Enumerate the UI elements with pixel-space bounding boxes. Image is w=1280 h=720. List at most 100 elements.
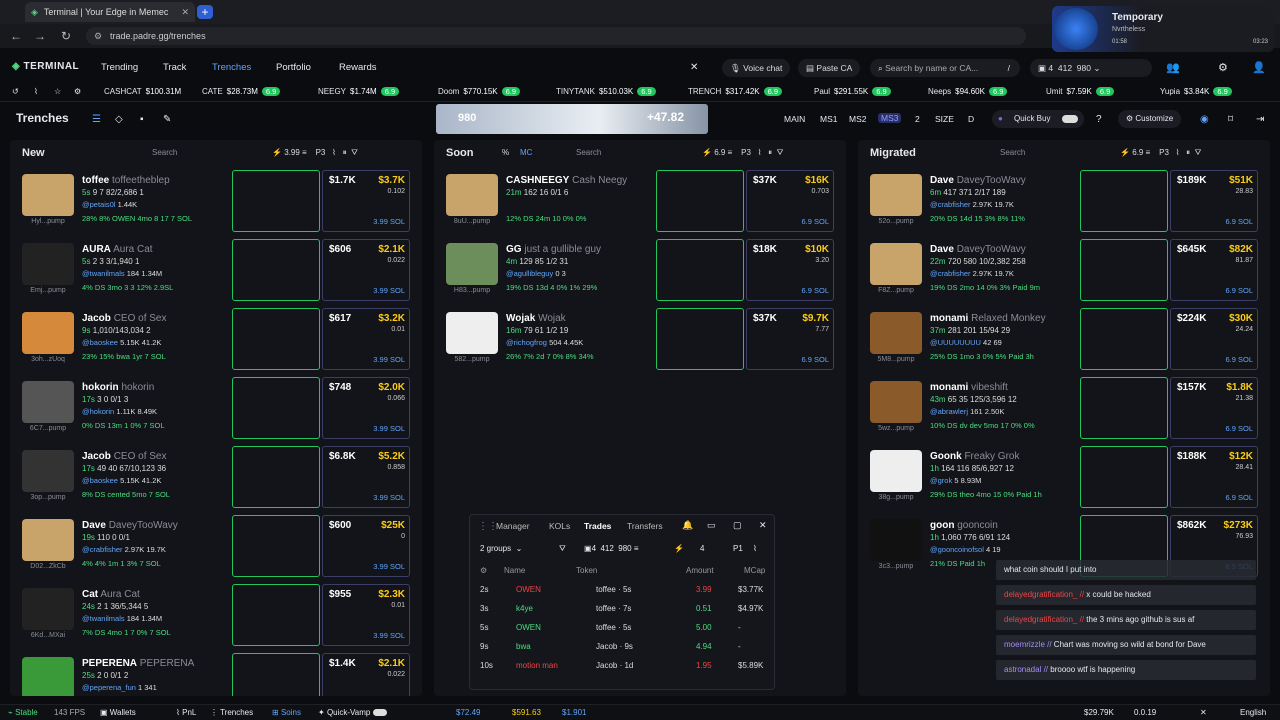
eye-icon[interactable]: ◉ xyxy=(1200,114,1209,125)
quick-buy-button[interactable]: 3.99 SOL xyxy=(373,493,405,502)
users-icon[interactable]: 👥 xyxy=(1166,61,1180,74)
twitter-handle[interactable]: @UUUUUUUU xyxy=(930,338,981,347)
token-card[interactable]: 582...pump Wojak Wojak 16m 79 61 1/2 19 @ri… xyxy=(434,306,846,374)
token-avatar[interactable] xyxy=(870,243,922,285)
bell-icon[interactable]: 🔔 xyxy=(682,520,693,531)
quick-buy-button[interactable]: 6.9 SOL xyxy=(1225,493,1253,502)
twitter-handle[interactable]: @agullibleguy xyxy=(506,269,553,278)
token-card[interactable]: 5wz...pump monami vibeshift 43m 65 35 125/… xyxy=(858,375,1270,443)
token-card[interactable]: Emj...pump AURA Aura Cat 5s 2 3 3/1,940 1 @… xyxy=(10,237,422,305)
toggle-switch[interactable] xyxy=(372,709,387,717)
trade-row[interactable]: 3s k4ye toffee · 7s 0.51 $4.97K xyxy=(470,600,774,619)
market-box[interactable]: $645K $82K 81.87 6.9 SOL xyxy=(1170,239,1258,301)
token-avatar[interactable] xyxy=(22,588,74,630)
market-box[interactable]: $6.8K $5.2K 0.858 3.99 SOL xyxy=(322,446,410,508)
market-box[interactable]: $955 $2.3K 0.01 3.99 SOL xyxy=(322,584,410,646)
language-select[interactable]: English xyxy=(1240,708,1266,717)
token-avatar[interactable] xyxy=(22,657,74,696)
panel-w4[interactable]: 4 xyxy=(700,544,704,553)
token-card[interactable]: Hyl...pump toffee toffeetheblep 5s 9 7 82/… xyxy=(10,168,422,236)
close-tab-icon[interactable]: ✕ xyxy=(181,7,189,18)
chart-icon[interactable]: ⌇ xyxy=(758,148,762,157)
tab-trades[interactable]: Trades xyxy=(584,521,611,531)
buy-amount[interactable]: 6.9 xyxy=(1132,148,1143,157)
profile-icon[interactable]: 👤 xyxy=(1252,61,1266,74)
twitter-handle[interactable]: @baoskee xyxy=(82,476,118,485)
token-card[interactable]: 5M8...pump monami Relaxed Monkey 37m 281 2… xyxy=(858,306,1270,374)
x-logo-icon[interactable]: ✕ xyxy=(690,62,698,73)
voice-chat-button[interactable]: 🎙 Voice chat xyxy=(722,59,791,77)
market-box[interactable]: $1.4K$2.1K0.0223.99 SOL xyxy=(322,653,410,696)
tab-manager[interactable]: Manager xyxy=(496,521,530,531)
quick-buy-button[interactable]: 6.9 SOL xyxy=(801,217,829,226)
preset-ms1[interactable]: MS1 xyxy=(820,114,837,124)
star-icon[interactable]: ☆ xyxy=(54,87,61,96)
pause-icon[interactable]: ⏸ xyxy=(768,148,772,157)
trade-row[interactable]: 2s OWEN toffee · 5s 3.99 $3.77K xyxy=(470,581,774,600)
token-card[interactable]: D02...ZkCb Dave DaveyTooWavy 19s 110 0 0/1… xyxy=(10,513,422,581)
drag-handle-icon[interactable]: ⋮⋮ xyxy=(478,521,498,532)
twitter-handle[interactable]: @richogfrog xyxy=(506,338,547,347)
chart-icon[interactable]: ⌇ xyxy=(753,544,757,553)
window-icon[interactable]: ▭ xyxy=(707,520,716,531)
preset-ms3[interactable]: MS3 xyxy=(878,113,902,123)
twitter-handle[interactable]: @gooncoinofsol xyxy=(930,545,984,554)
reload-icon[interactable]: ↻ xyxy=(54,29,78,43)
ticker-item[interactable]: CATE $28.73M 6.9 xyxy=(202,87,281,96)
market-box[interactable]: $617 $3.2K 0.01 3.99 SOL xyxy=(322,308,410,370)
token-card[interactable]: H83...pump GG just a gullible guy 4m 129 8… xyxy=(434,237,846,305)
market-box[interactable]: $1.7K $3.7K 0.102 3.99 SOL xyxy=(322,170,410,232)
market-box[interactable]: $188K $12K 28.41 6.9 SOL xyxy=(1170,446,1258,508)
ticker-item[interactable]: Doom $770.15K 6.9 xyxy=(438,87,521,96)
ticker-item[interactable]: Umit $7.59K 6.9 xyxy=(1046,87,1115,96)
twitter-handle[interactable]: @crabfisher xyxy=(930,200,971,209)
preset-2[interactable]: 2 xyxy=(915,114,920,124)
quick-buy-button[interactable]: 3.99 SOL xyxy=(373,631,405,640)
market-box[interactable]: $37K $16K 0.703 6.9 SOL xyxy=(746,170,834,232)
token-avatar[interactable] xyxy=(870,450,922,492)
back-icon[interactable]: ← xyxy=(4,29,28,43)
paste-ca-button[interactable]: ▤ Paste CA xyxy=(798,59,861,77)
new-tab-button[interactable]: + xyxy=(197,5,213,19)
market-box[interactable]: $224K $30K 24.24 6.9 SOL xyxy=(1170,308,1258,370)
x-social-icon[interactable]: ✕ xyxy=(1200,708,1207,717)
quick-buy-button[interactable]: 3.99 SOL xyxy=(373,424,405,433)
token-avatar[interactable] xyxy=(446,243,498,285)
panel-preset[interactable]: P1 xyxy=(733,544,743,553)
url-input[interactable]: ⚙ trade.padre.gg/trenches xyxy=(86,27,1026,45)
market-box[interactable]: $748 $2.0K 0.066 3.99 SOL xyxy=(322,377,410,439)
token-card[interactable]: 52o...pump Dave DaveyTooWavy 6m 417 371 2/… xyxy=(858,168,1270,236)
chart-icon[interactable]: ⌇ xyxy=(34,87,38,96)
quick-buy-button[interactable]: 6.9 SOL xyxy=(1225,217,1253,226)
twitter-handle[interactable]: @hokorin xyxy=(82,407,114,416)
quick-buy-button[interactable]: 3.99 SOL xyxy=(373,562,405,571)
token-card[interactable]: 8uU...pump CASHNEEGY Cash Neegy 21m 162 16… xyxy=(434,168,846,236)
token-avatar[interactable] xyxy=(22,174,74,216)
ticker-item[interactable]: Neeps $94.60K 6.9 xyxy=(928,87,1008,96)
quick-buy-button[interactable]: 3.99 SOL xyxy=(373,286,405,295)
quick-vamp-toggle[interactable]: ✦ Quick-Vamp xyxy=(318,708,387,717)
preset-size[interactable]: SIZE xyxy=(935,114,954,124)
ticker-item[interactable]: Paul $291.55K 6.9 xyxy=(814,87,891,96)
browser-tab[interactable]: ◈ Terminal | Your Edge in Memec ✕ xyxy=(25,2,195,22)
token-avatar[interactable] xyxy=(22,243,74,285)
quick-buy-button[interactable]: 3.99 SOL xyxy=(373,217,405,226)
buy-amount[interactable]: 3.99 xyxy=(284,148,300,157)
site-info-icon[interactable]: ⚙ xyxy=(94,27,102,45)
market-box[interactable]: $606 $2.1K 0.022 3.99 SOL xyxy=(322,239,410,301)
brand-logo[interactable]: ◈ TERMINAL xyxy=(12,61,79,72)
token-card[interactable]: 3oh...zUoq Jacob CEO of Sex 9s 1,010/143,0… xyxy=(10,306,422,374)
preset-label[interactable]: P3 xyxy=(316,148,326,157)
twitter-handle[interactable]: @twanilmals xyxy=(82,269,125,278)
twitter-handle[interactable]: @crabfisher xyxy=(930,269,971,278)
settings-icon[interactable]: ⚙ xyxy=(480,566,487,575)
chart-icon[interactable]: ⌇ xyxy=(332,148,336,157)
token-card[interactable]: F8Z...pump Dave DaveyTooWavy 22m 720 580 1… xyxy=(858,237,1270,305)
edit-icon[interactable]: ✎ xyxy=(163,114,171,125)
token-avatar[interactable] xyxy=(22,381,74,423)
exit-icon[interactable]: ⇥ xyxy=(1256,114,1264,125)
nav-portfolio[interactable]: Portfolio xyxy=(276,62,311,73)
token-avatar[interactable] xyxy=(22,312,74,354)
market-box[interactable]: $600 $25K 0 3.99 SOL xyxy=(322,515,410,577)
token-card[interactable]: 38g...pump Goonk Freaky Grok 1h 164 116 85… xyxy=(858,444,1270,512)
